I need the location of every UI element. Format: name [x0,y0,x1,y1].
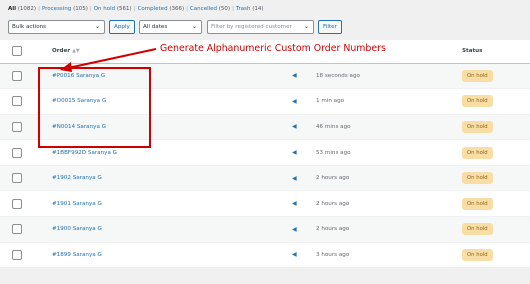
annotation-text: Generate Alphanumeric Custom Order Numbe… [160,43,386,54]
